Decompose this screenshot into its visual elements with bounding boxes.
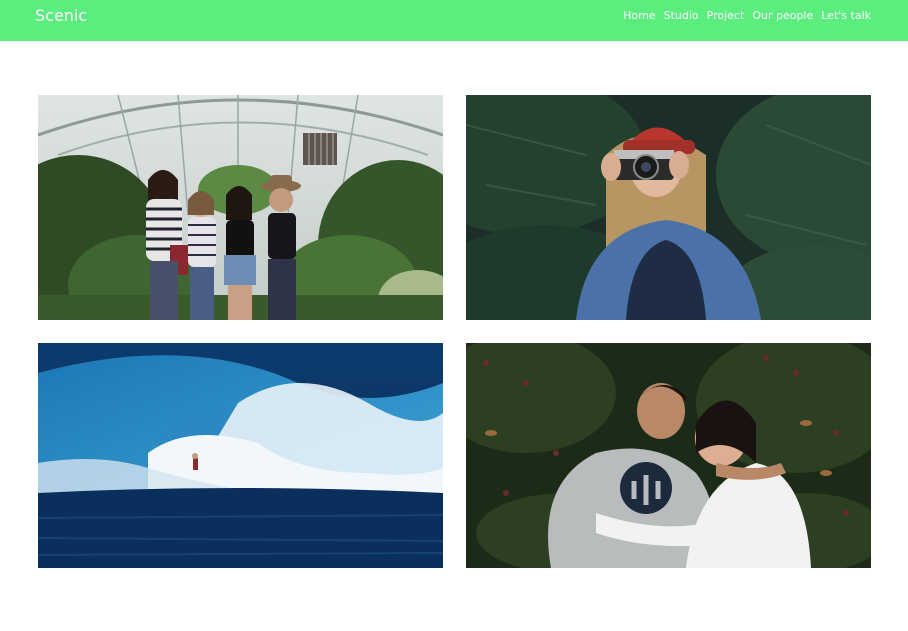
brand-logo-link[interactable]: Scenic bbox=[35, 6, 87, 26]
camera-woman-image bbox=[466, 95, 871, 320]
nav-link-lets-talk[interactable]: Let's talk bbox=[821, 9, 871, 23]
main-nav: Home Studio Project Our people Let's tal… bbox=[623, 9, 871, 23]
gallery-photo-camera-woman[interactable] bbox=[466, 95, 871, 320]
nav-link-studio[interactable]: Studio bbox=[664, 9, 699, 23]
nav-link-our-people[interactable]: Our people bbox=[752, 9, 813, 23]
gallery-photo-greenhouse-friends[interactable] bbox=[38, 95, 443, 320]
gallery-photo-surfer-wave[interactable] bbox=[38, 343, 443, 568]
surfer-wave-image bbox=[38, 343, 443, 568]
nav-link-project[interactable]: Project bbox=[707, 9, 745, 23]
nav-link-home[interactable]: Home bbox=[623, 9, 655, 23]
couple-grass-image bbox=[466, 343, 871, 568]
greenhouse-friends-image bbox=[38, 95, 443, 320]
top-navbar: Scenic Home Studio Project Our people Le… bbox=[0, 0, 908, 41]
gallery-photo-couple-grass[interactable] bbox=[466, 343, 871, 568]
